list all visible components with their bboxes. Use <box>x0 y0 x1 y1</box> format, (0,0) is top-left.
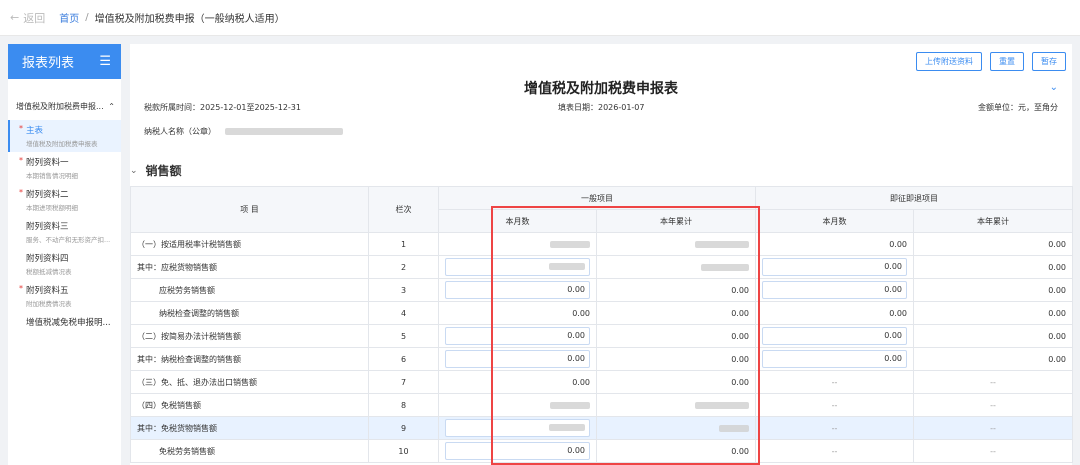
header-general-month: 本月数 <box>438 209 597 233</box>
amount-input[interactable]: 0.00 <box>445 350 590 368</box>
chevron-down-icon: ⌄ <box>130 165 138 176</box>
sidebar-item-schedule-2[interactable]: * 附列资料二 本期进项税额明细 <box>8 184 121 216</box>
amount-input[interactable]: 0.00 <box>445 442 590 460</box>
table-row: 其中：免税货物销售额 9 -- -- <box>130 416 1073 440</box>
section-sales[interactable]: ⌄ 销售额 <box>130 162 182 179</box>
cell-redacted <box>596 255 756 279</box>
cell-redacted <box>596 393 756 417</box>
required-mark: * <box>19 124 23 133</box>
toolbar: 上传附送资料 重置 暂存 <box>916 52 1066 71</box>
table-row: 免税劳务销售额 10 0.00 0.00 -- -- <box>130 439 1073 463</box>
amount-input[interactable]: 0.00 <box>762 258 907 276</box>
sidebar-group[interactable]: 增值税及附加税费申报... ⌃ <box>8 79 121 120</box>
header-instant-month: 本月数 <box>755 209 914 233</box>
breadcrumb-current: 增值税及附加税费申报（一般纳税人适用） <box>94 14 285 25</box>
sidebar-item-schedule-4[interactable]: 附列资料四 税额抵减情况表 <box>8 248 121 280</box>
back-button[interactable]: ← 返回 <box>10 10 45 26</box>
header-col-no: 栏次 <box>368 186 439 233</box>
table-row: （三）免、抵、退办法出口销售额 7 0.00 0.00 -- -- <box>130 370 1073 394</box>
required-mark: * <box>19 156 23 165</box>
required-mark: * <box>19 188 23 197</box>
amount-input[interactable]: 0.00 <box>762 281 907 299</box>
sidebar-header: 报表列表 ☰ <box>8 44 121 79</box>
cell-redacted <box>596 416 756 440</box>
taxpayer-name: 纳税人名称（公章） <box>144 126 343 137</box>
sidebar-item-schedule-1[interactable]: * 附列资料一 本期销售情况明细 <box>8 152 121 184</box>
cell-redacted <box>438 232 597 256</box>
amount-input[interactable] <box>445 258 590 276</box>
chevron-down-icon[interactable]: ⌄ <box>1050 82 1058 93</box>
sidebar-group-label: 增值税及附加税费申报... <box>16 102 104 111</box>
sidebar-item-schedule-5[interactable]: * 附列资料五 附加税费情况表 <box>8 280 121 312</box>
table-row: （二）按简易办法计税销售额 5 0.00 0.00 0.00 0.00 <box>130 324 1073 348</box>
amount-input[interactable]: 0.00 <box>445 327 590 345</box>
sidebar: 报表列表 ☰ 增值税及附加税费申报... ⌃ * 主表 增值税及附加税费申报表 … <box>8 44 121 465</box>
breadcrumb-separator: / <box>85 12 89 23</box>
amount-input[interactable]: 0.00 <box>762 327 907 345</box>
amount-unit: 金额单位：元，至角分 <box>978 103 1058 112</box>
reset-button[interactable]: 重置 <box>990 52 1024 71</box>
list-menu-icon[interactable]: ☰ <box>99 54 111 69</box>
sidebar-item-schedule-3[interactable]: 附列资料三 服务、不动产和无形资产扣... <box>8 216 121 248</box>
amount-input[interactable]: 0.00 <box>762 350 907 368</box>
redacted-value <box>224 128 343 135</box>
header-general: 一般项目 <box>438 186 756 210</box>
amount-input[interactable]: 0.00 <box>445 281 590 299</box>
tax-period: 税款所属时间：2025-12-01至2025-12-31 <box>144 103 301 112</box>
save-draft-button[interactable]: 暂存 <box>1032 52 1066 71</box>
back-arrow-icon: ← <box>10 11 20 24</box>
main-panel: 上传附送资料 重置 暂存 增值税及附加税费申报表 ⌄ 税款所属时间：2025-1… <box>130 44 1073 465</box>
sidebar-title: 报表列表 <box>22 56 75 71</box>
header-item: 项 目 <box>130 186 369 233</box>
chevron-up-icon: ⌃ <box>108 102 115 111</box>
sidebar-item-vat-exemption[interactable]: 增值税减免税申报明... <box>8 312 121 332</box>
table-row: （一）按适用税率计税销售额 1 0.00 0.00 <box>130 232 1073 256</box>
sales-table: 项 目 栏次 一般项目 即征即退项目 本月数 本年累计 本月数 本年累计 （一）… <box>130 186 1073 463</box>
form-title: 增值税及附加税费申报表 <box>524 81 678 97</box>
amount-input[interactable] <box>445 419 590 437</box>
breadcrumb-home[interactable]: 首页 <box>59 10 79 25</box>
cell-redacted <box>596 232 756 256</box>
table-row: 应税劳务销售额 3 0.00 0.00 0.00 0.00 <box>130 278 1073 302</box>
table-row: 其中：应税货物销售额 2 0.00 0.00 <box>130 255 1073 279</box>
header-instant-year: 本年累计 <box>913 209 1073 233</box>
top-bar: ← 返回 首页 / 增值税及附加税费申报（一般纳税人适用） <box>0 0 1080 36</box>
header-general-year: 本年累计 <box>596 209 756 233</box>
sidebar-item-main[interactable]: * 主表 增值税及附加税费申报表 <box>8 120 121 152</box>
upload-attachments-button[interactable]: 上传附送资料 <box>916 52 982 71</box>
header-instant-refund: 即征即退项目 <box>755 186 1073 210</box>
table-row: 纳税检查调整的销售额 4 0.00 0.00 0.00 0.00 <box>130 301 1073 325</box>
cell-redacted <box>438 393 597 417</box>
table-row: （四）免税销售额 8 -- -- <box>130 393 1073 417</box>
table-row: 其中：纳税检查调整的销售额 6 0.00 0.00 0.00 0.00 <box>130 347 1073 371</box>
fill-date: 填表日期：2026-01-07 <box>558 103 645 112</box>
required-mark: * <box>19 284 23 293</box>
